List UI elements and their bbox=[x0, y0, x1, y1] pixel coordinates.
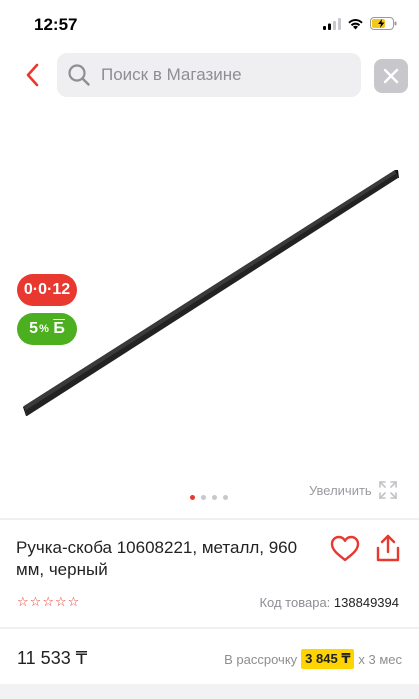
star-outline-icon: ☆ bbox=[17, 594, 29, 609]
close-button[interactable] bbox=[374, 59, 408, 93]
bonus-value: 5 bbox=[29, 320, 39, 337]
close-icon bbox=[383, 68, 399, 84]
product-gallery[interactable]: 0·0·12 5% Б Увеличить bbox=[0, 100, 419, 515]
search-placeholder: Поиск в Магазине bbox=[101, 65, 242, 84]
chevron-left-icon bbox=[26, 63, 39, 87]
installment-label: В рассрочку bbox=[224, 651, 298, 667]
product-price: 11 533 ₸ bbox=[17, 648, 88, 668]
slide-indicator bbox=[190, 495, 228, 500]
product-title: Ручка-скоба 10608221, металл, 960 мм, че… bbox=[16, 538, 298, 579]
installment-badge: 0·0·12 bbox=[17, 274, 77, 306]
status-time: 12:57 bbox=[34, 15, 78, 34]
zoom-button[interactable]: Увеличить bbox=[309, 480, 398, 500]
star-outline-icon: ☆ bbox=[42, 594, 54, 609]
expand-icon bbox=[378, 481, 397, 499]
bonus-currency: Б bbox=[53, 320, 65, 337]
favorite-button[interactable] bbox=[330, 535, 360, 563]
rating-stars[interactable]: ☆ ☆ ☆ ☆ ☆ bbox=[17, 595, 79, 609]
slide-dot[interactable] bbox=[223, 495, 228, 500]
product-code-label: Код товара: bbox=[259, 595, 331, 610]
signal-icon bbox=[323, 17, 341, 30]
bonus-badge: 5% Б bbox=[17, 313, 77, 345]
divider bbox=[0, 627, 419, 629]
divider bbox=[0, 518, 419, 520]
share-icon bbox=[376, 534, 400, 562]
star-outline-icon: ☆ bbox=[29, 594, 42, 609]
share-button[interactable] bbox=[374, 533, 402, 563]
product-code-value: 138849394 bbox=[333, 595, 399, 610]
search-icon bbox=[68, 64, 90, 86]
heart-icon bbox=[330, 535, 360, 562]
status-icons bbox=[323, 17, 397, 30]
search-input[interactable]: Поиск в Магазине bbox=[57, 53, 361, 97]
star-outline-icon: ☆ bbox=[67, 594, 80, 609]
installment-amount: 3 845 ₸ bbox=[301, 649, 355, 669]
slide-dot[interactable] bbox=[201, 495, 206, 500]
slide-dot[interactable] bbox=[212, 495, 217, 500]
slide-dot[interactable] bbox=[190, 495, 195, 500]
back-button[interactable] bbox=[18, 58, 46, 92]
header: Поиск в Магазине bbox=[0, 52, 419, 98]
star-outline-icon: ☆ bbox=[54, 594, 67, 609]
battery-charging-icon bbox=[370, 17, 397, 30]
zoom-label: Увеличить bbox=[309, 482, 372, 498]
bottom-panel bbox=[0, 684, 419, 699]
wifi-icon bbox=[348, 18, 363, 29]
product-image[interactable] bbox=[0, 100, 419, 515]
installment-info[interactable]: В рассрочку 3 845 ₸ х 3 мес bbox=[224, 649, 402, 669]
bonus-percent: % bbox=[39, 323, 49, 335]
installment-term: х 3 мес bbox=[358, 651, 402, 667]
product-code: Код товара: 138849394 bbox=[259, 595, 399, 610]
status-bar: 12:57 bbox=[0, 0, 419, 52]
